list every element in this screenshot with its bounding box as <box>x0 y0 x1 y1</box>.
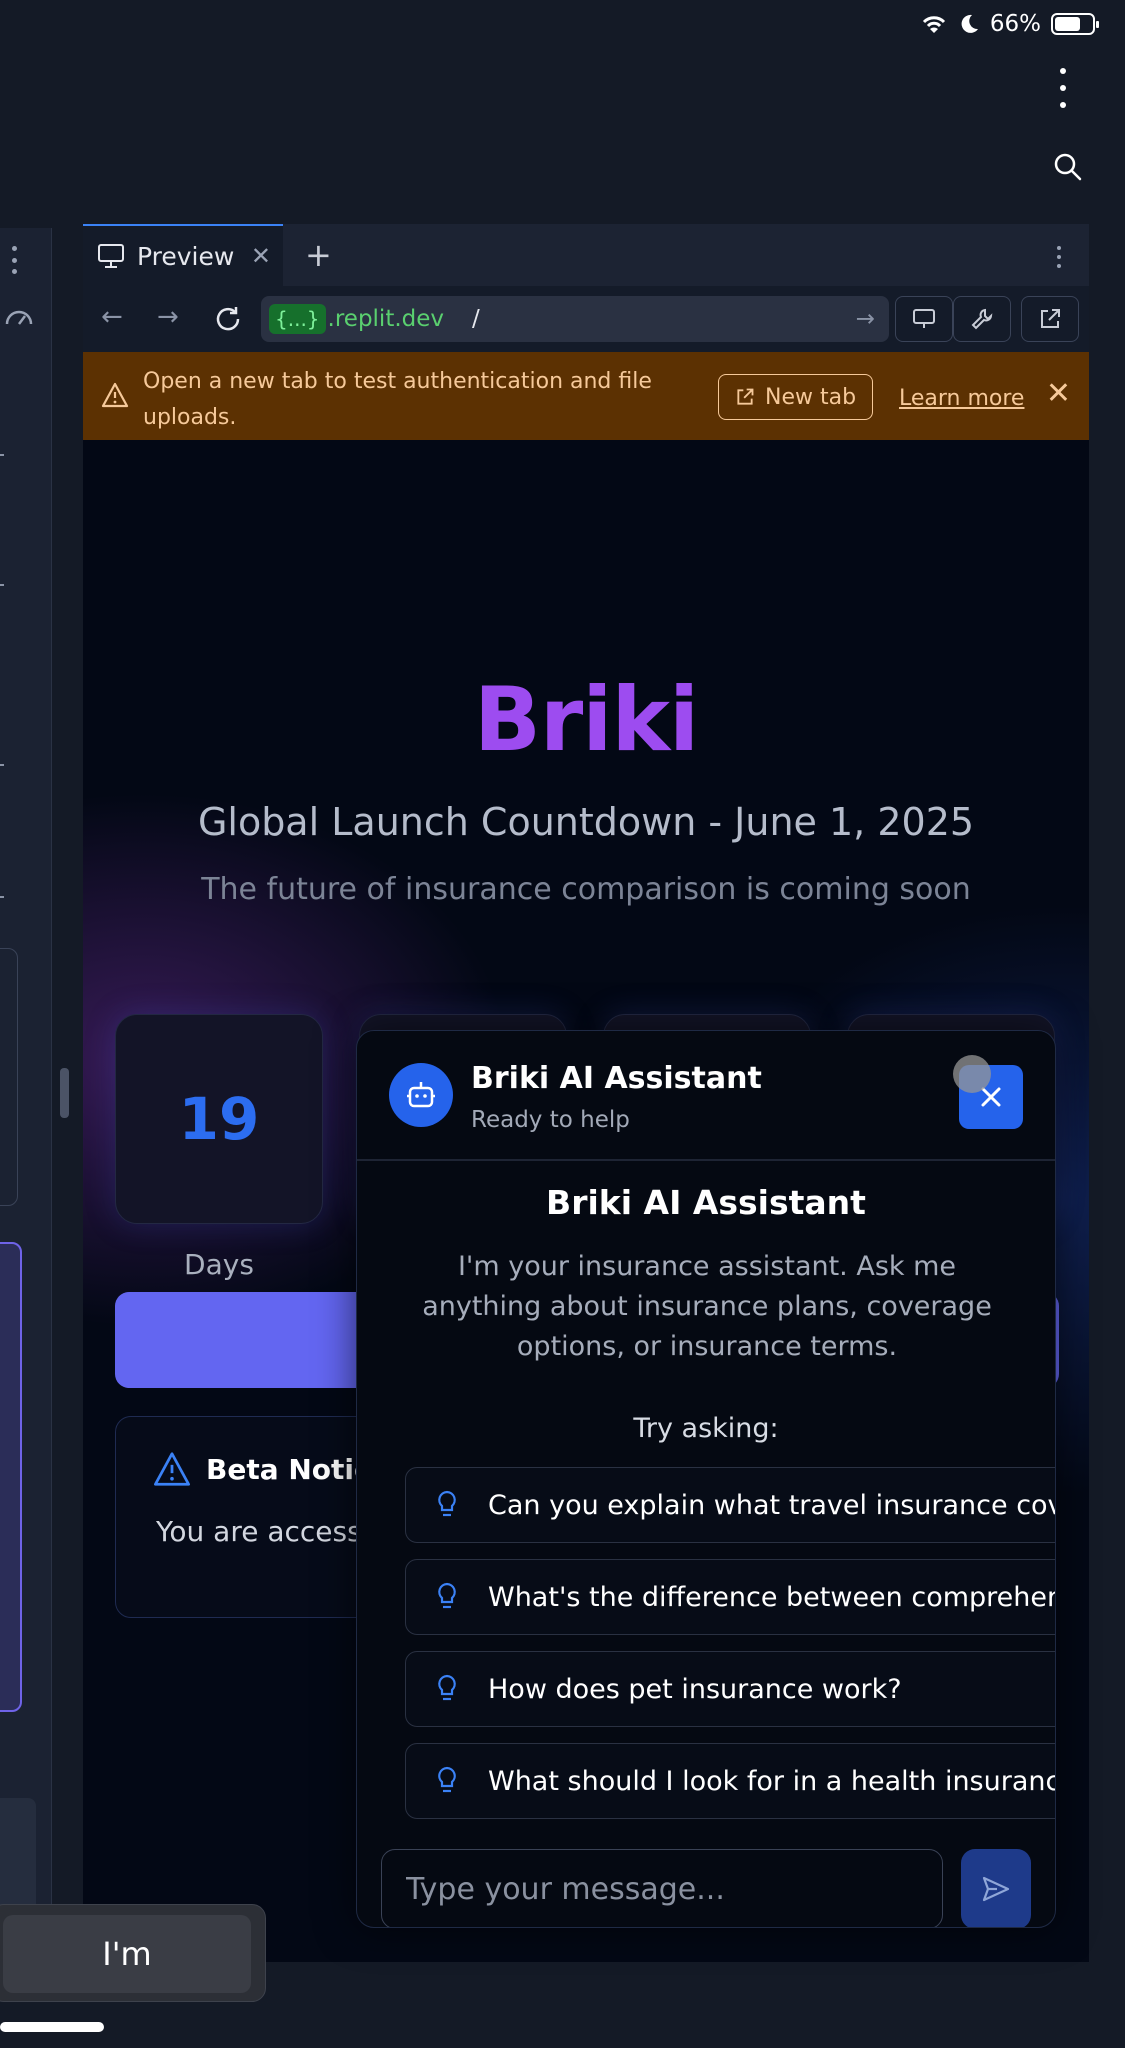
lightbulb-icon <box>438 1674 456 1701</box>
suggestion-chip[interactable]: What's the difference between comprehen <box>405 1559 1055 1635</box>
new-tab-icon[interactable]: + <box>305 236 332 274</box>
touch-indicator <box>953 1055 991 1093</box>
bot-avatar <box>389 1063 453 1127</box>
panel-card[interactable] <box>0 948 18 1206</box>
resize-handle[interactable] <box>60 1068 69 1118</box>
panel-card-selected[interactable] <box>0 1242 22 1712</box>
robot-icon <box>407 1082 435 1108</box>
suggestion-text: What should I look for in a health insur… <box>488 1765 1055 1797</box>
go-arrow-icon[interactable]: → <box>856 306 875 332</box>
countdown-days: 19 <box>115 1014 323 1224</box>
lightbulb-icon <box>438 1766 456 1793</box>
keyboard-suggestion[interactable]: I'm <box>0 1904 266 2002</box>
lightbulb-icon <box>438 1490 456 1517</box>
send-button[interactable] <box>961 1849 1031 1927</box>
chat-header: Briki AI Assistant Ready to help <box>357 1031 1055 1161</box>
warning-icon <box>154 1452 190 1486</box>
banner-message: Open a new tab to test authentication an… <box>143 369 652 430</box>
chat-assistant-panel: Briki AI Assistant Ready to help Briki A… <box>356 1030 1056 1928</box>
panel-mark <box>0 896 4 898</box>
new-tab-button[interactable]: New tab <box>718 374 874 420</box>
tab-close-icon[interactable]: ✕ <box>251 242 271 270</box>
side-panel <box>0 228 52 1918</box>
monitor-icon <box>98 244 124 268</box>
suggestion-text: Can you explain what travel insurance co… <box>488 1489 1055 1521</box>
suggestion-chip[interactable]: What should I look for in a health insur… <box>405 1743 1055 1819</box>
external-link-icon <box>737 388 754 405</box>
tab-bar: Preview ✕ + <box>83 224 1089 286</box>
chat-title: Briki AI Assistant <box>471 1061 762 1096</box>
forward-icon[interactable]: → <box>157 302 179 332</box>
suggestion-word[interactable]: I'm <box>3 1915 251 1993</box>
days-label: Days <box>184 1248 254 1281</box>
panel-mark <box>0 764 4 766</box>
devtools-button[interactable] <box>953 296 1011 342</box>
welcome-text: I'm your insurance assistant. Ask me any… <box>422 1251 992 1362</box>
battery-icon <box>1051 13 1099 35</box>
try-asking-label: Try asking: <box>633 1413 779 1444</box>
new-tab-label: New tab <box>765 384 857 410</box>
more-options-icon[interactable] <box>1057 68 1069 108</box>
page-subtitle: The future of insurance comparison is co… <box>201 872 971 907</box>
suggestion-chip[interactable]: How does pet insurance work? <box>405 1651 1055 1727</box>
url-toolbar: ← → {...} .replit.dev / → <box>83 286 1089 352</box>
brand-logo: Briki <box>473 668 699 771</box>
search-icon[interactable] <box>1053 152 1083 182</box>
panel-menu-icon[interactable] <box>12 246 17 274</box>
gauge-icon <box>5 310 33 325</box>
learn-more-link[interactable]: Learn more <box>899 386 1024 411</box>
suggestion-chip[interactable]: Can you explain what travel insurance co… <box>405 1467 1055 1543</box>
tab-label: Preview <box>137 241 235 271</box>
url-path: / <box>472 306 480 332</box>
chat-input-bar <box>357 1837 1055 1927</box>
wrench-icon <box>971 308 993 330</box>
status-bar: 66% <box>920 8 1099 40</box>
monitor-icon <box>913 309 935 328</box>
url-field[interactable]: {...} .replit.dev / → <box>261 296 889 342</box>
open-external-button[interactable] <box>1021 296 1079 342</box>
tab-menu-icon[interactable] <box>1057 246 1061 268</box>
welcome-title: Briki AI Assistant <box>546 1183 866 1222</box>
reload-icon[interactable] <box>213 304 243 334</box>
panel-mark <box>0 584 4 586</box>
suggestion-text: What's the difference between comprehen <box>488 1581 1055 1613</box>
warning-icon <box>101 382 129 408</box>
warning-banner: Open a new tab to test authentication an… <box>83 352 1089 440</box>
page-headline: Global Launch Countdown - June 1, 2025 <box>197 800 975 844</box>
days-value: 19 <box>178 1085 260 1153</box>
device-button[interactable] <box>895 296 953 342</box>
tab-preview[interactable]: Preview ✕ <box>83 224 283 286</box>
back-icon[interactable]: ← <box>101 302 123 332</box>
wifi-icon <box>922 16 945 33</box>
message-input[interactable] <box>381 1849 943 1927</box>
url-host: .replit.dev <box>327 306 445 332</box>
send-icon <box>982 1876 1010 1902</box>
panel-mark <box>0 454 4 456</box>
panel-block <box>0 1798 36 1918</box>
beta-text: You are access <box>156 1515 362 1548</box>
close-banner-icon[interactable]: ✕ <box>1046 376 1071 411</box>
battery-percent: 66% <box>989 11 1041 37</box>
url-badge: {...} <box>269 304 326 334</box>
external-link-icon <box>1041 309 1060 328</box>
suggestion-text: How does pet insurance work? <box>488 1673 902 1705</box>
home-indicator <box>0 2022 104 2032</box>
moon-icon <box>961 14 978 33</box>
chat-status: Ready to help <box>471 1107 630 1133</box>
chat-messages[interactable]: Briki AI Assistant I'm your insurance as… <box>357 1163 1055 1839</box>
lightbulb-icon <box>438 1582 456 1609</box>
